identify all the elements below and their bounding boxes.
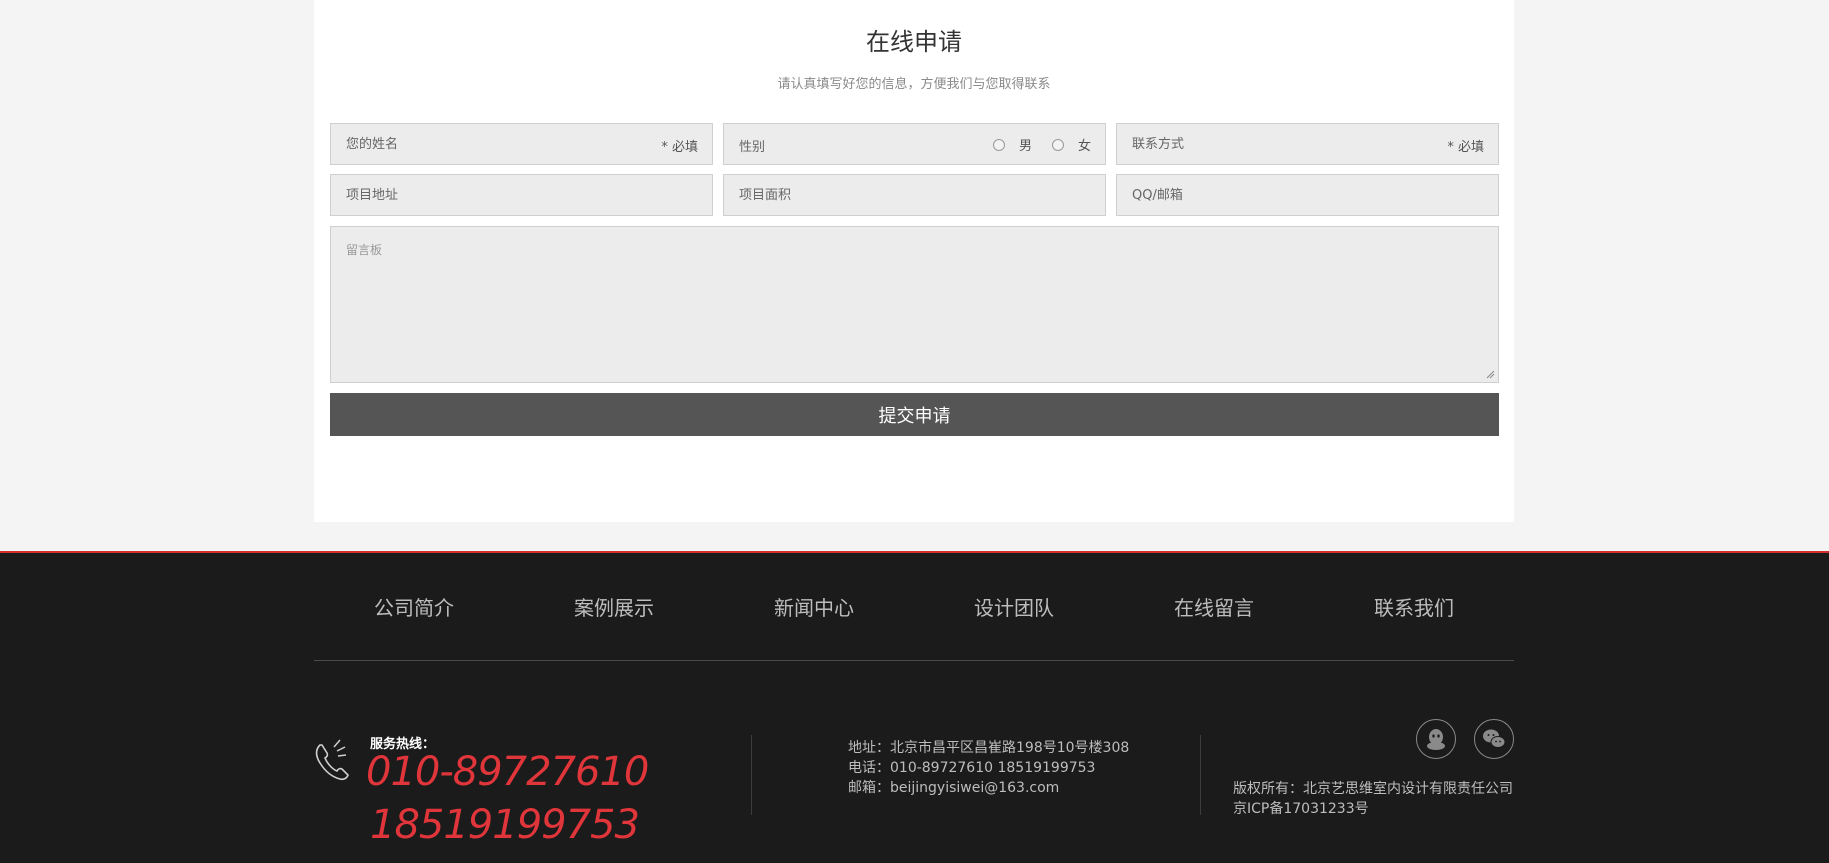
footer-nav-news[interactable]: 新闻中心	[714, 553, 914, 660]
hotline-number-1: 010-89727610	[366, 749, 649, 795]
gender-male-radio[interactable]	[992, 138, 1005, 151]
required-label: * 必填	[1447, 140, 1484, 155]
form-subtitle: 请认真填写好您的信息，方便我们与您取得联系	[777, 77, 1051, 92]
qq-icon	[1427, 729, 1445, 750]
gender-radio-group: 男 女	[992, 135, 1091, 154]
gender-field: 性别 男 女	[723, 123, 1106, 165]
address-input[interactable]	[331, 175, 712, 215]
contact-input[interactable]	[1117, 124, 1498, 164]
gender-female-label[interactable]: 女	[1078, 135, 1091, 154]
area-field	[723, 174, 1106, 216]
qq-button[interactable]	[1416, 719, 1456, 759]
name-field: * 必填	[330, 123, 713, 165]
footer-email: 邮箱：beijingyisiwei@163.com	[848, 780, 1060, 796]
required-label: * 必填	[661, 140, 698, 155]
contact-field: * 必填	[1116, 123, 1499, 165]
hotline-number-2: 18519199753	[370, 802, 640, 848]
footer-nav-message[interactable]: 在线留言	[1114, 553, 1314, 660]
footer-nav-cases[interactable]: 案例展示	[514, 553, 714, 660]
message-textarea[interactable]	[331, 227, 1498, 382]
footer-icp[interactable]: 京ICP备17031233号	[1233, 798, 1369, 818]
area-input[interactable]	[724, 175, 1105, 215]
footer-divider	[1200, 735, 1201, 815]
footer-nav-contact[interactable]: 联系我们	[1314, 553, 1514, 660]
footer-divider	[751, 735, 752, 815]
footer-phone: 电话：010-89727610 18519199753	[848, 760, 1096, 776]
address-field	[330, 174, 713, 216]
resize-grip-icon[interactable]	[1485, 369, 1495, 379]
application-form-card: 在线申请 请认真填写好您的信息，方便我们与您取得联系 * 必填 性别 男 女 *…	[314, 0, 1514, 522]
footer-address: 地址：北京市昌平区昌崔路198号10号楼308	[848, 740, 1130, 756]
phone-icon	[315, 739, 349, 781]
site-footer: 公司简介 案例展示 新闻中心 设计团队 在线留言 联系我们 服务热线： 010-…	[0, 551, 1829, 863]
wechat-icon	[1483, 729, 1506, 748]
submit-application-button[interactable]: 提交申请	[330, 393, 1499, 436]
form-title: 在线申请	[866, 28, 962, 56]
gender-male-label[interactable]: 男	[1019, 135, 1032, 154]
gender-female-radio[interactable]	[1051, 138, 1064, 151]
footer-copyright: 版权所有：北京艺思维室内设计有限责任公司	[1233, 781, 1513, 797]
qq-email-field	[1116, 174, 1499, 216]
name-input[interactable]	[331, 124, 712, 164]
gender-label: 性别	[739, 140, 766, 155]
message-field	[330, 226, 1499, 383]
footer-nav-about[interactable]: 公司简介	[314, 553, 514, 660]
wechat-button[interactable]	[1474, 719, 1514, 759]
footer-nav-team[interactable]: 设计团队	[914, 553, 1114, 660]
footer-nav: 公司简介 案例展示 新闻中心 设计团队 在线留言 联系我们	[314, 553, 1514, 661]
qq-email-input[interactable]	[1117, 175, 1498, 215]
